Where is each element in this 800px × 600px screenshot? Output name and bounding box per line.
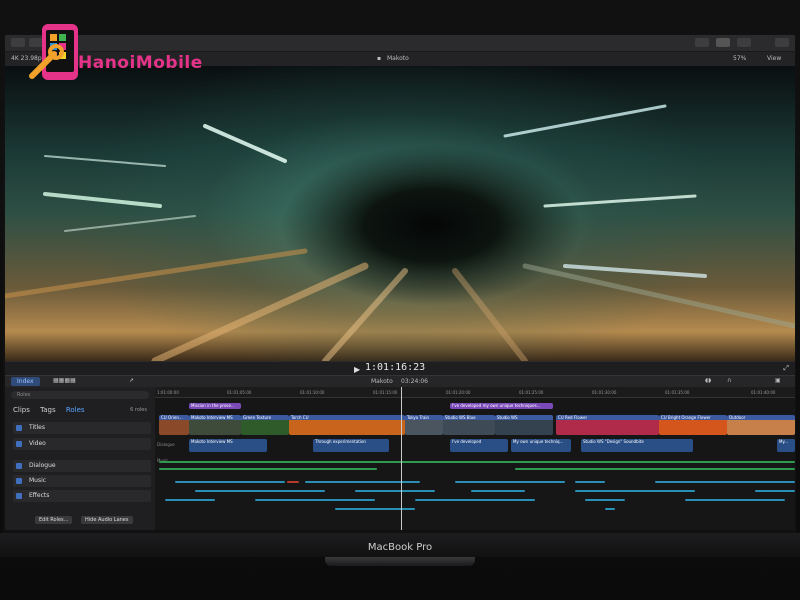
role-video[interactable]: Video <box>13 438 151 450</box>
ruler-tick: 01:01:20:00 <box>446 390 471 395</box>
timeline-ruler: 1:01:00:00 01:01:05:00 01:01:10:00 01:01… <box>155 387 795 398</box>
effect-track[interactable] <box>415 499 535 501</box>
fullscreen-icon[interactable]: ⤢ <box>783 364 789 373</box>
hide-audio-lanes-button[interactable]: Hide Audio Lanes <box>81 516 133 524</box>
dialogue-lane-label: Dialogue <box>157 442 175 447</box>
audio-clip[interactable]: I've developed <box>450 439 508 452</box>
ruler-tick: 01:01:35:00 <box>665 390 690 395</box>
effect-track[interactable] <box>255 499 375 501</box>
role-effects[interactable]: Effects <box>13 490 151 502</box>
effect-track[interactable] <box>305 481 420 483</box>
effect-track[interactable] <box>175 481 285 483</box>
checkbox-icon[interactable] <box>16 478 22 484</box>
film-icon: ▪ <box>377 55 382 62</box>
laptop-frame: 4K 23.98p ▪ Makoto 57% View ▶ 1:01:16:23… <box>0 0 800 600</box>
import-button[interactable] <box>11 38 25 47</box>
video-clip[interactable]: Makoto Interview MS <box>189 415 241 435</box>
timecode-display: 1:01:16:23 <box>365 362 426 373</box>
effect-track[interactable] <box>471 490 525 492</box>
video-clip[interactable]: CU Red Flower <box>556 415 659 435</box>
title-clip[interactable]: I've developed my own unique techniques.… <box>450 403 553 409</box>
audio-clip[interactable]: Studio WS "Design" Soundbite <box>581 439 693 452</box>
play-icon[interactable]: ▶ <box>354 365 360 374</box>
effect-track[interactable] <box>355 490 435 492</box>
index-button[interactable]: Index <box>11 377 40 386</box>
headphones-icon[interactable]: ∩ <box>727 377 731 384</box>
final-cut-window: 4K 23.98p ▪ Makoto 57% View ▶ 1:01:16:23… <box>5 35 795 530</box>
video-clip[interactable]: Torch CU <box>289 415 405 435</box>
timeline[interactable]: 1:01:00:00 01:01:05:00 01:01:10:00 01:01… <box>155 387 795 530</box>
view-menu[interactable]: View <box>767 55 781 62</box>
timeline-toggle-button[interactable] <box>716 38 730 47</box>
video-clip[interactable]: Studio WS Blue <box>443 415 495 435</box>
roles-count: 6 roles <box>130 407 147 413</box>
ruler-tick: 01:01:25:00 <box>519 390 544 395</box>
music-track[interactable] <box>159 461 795 463</box>
tab-roles[interactable]: Roles <box>66 406 85 414</box>
effect-track[interactable] <box>287 481 299 483</box>
role-dialogue[interactable]: Dialogue <box>13 460 151 472</box>
zoom-select[interactable]: 57% <box>733 55 746 62</box>
effect-track[interactable] <box>195 490 325 492</box>
role-music[interactable]: Music <box>13 475 151 487</box>
ruler-tick: 01:01:15:00 <box>373 390 398 395</box>
effect-track[interactable] <box>755 490 795 492</box>
share-button[interactable] <box>775 38 789 47</box>
video-viewer[interactable] <box>5 66 795 361</box>
effect-track[interactable] <box>605 508 615 510</box>
project-duration: 03:24:06 <box>401 378 428 385</box>
viewer-title: Makoto <box>387 55 409 62</box>
audio-skimming-icon[interactable]: ◖◗ <box>705 377 711 384</box>
checkbox-icon[interactable] <box>16 441 22 447</box>
browser-toggle-button[interactable] <box>695 38 709 47</box>
effect-track[interactable] <box>575 481 605 483</box>
video-clip[interactable]: CU Bright Orange Flower <box>659 415 727 435</box>
ruler-tick: 1:01:00:00 <box>157 390 179 395</box>
inspector-toggle-button[interactable] <box>737 38 751 47</box>
watermark-text: HanoiMobile <box>78 53 203 73</box>
append-clip-icon[interactable]: ▦▦▦▦ <box>53 377 76 384</box>
checkbox-icon[interactable] <box>16 493 22 499</box>
device-label: MacBook Pro <box>367 542 433 553</box>
video-clip[interactable]: Tokyo Train <box>405 415 443 435</box>
ruler-tick: 01:01:40:00 <box>751 390 776 395</box>
music-track[interactable] <box>159 468 377 470</box>
timeline-index: Roles Clips Tags Roles 6 roles Titles Vi… <box>5 387 156 530</box>
index-tabs: Clips Tags Roles <box>13 406 93 414</box>
video-clip[interactable]: Studio WS <box>495 415 553 435</box>
audio-clip[interactable]: My own unique techniq... <box>511 439 571 452</box>
role-titles[interactable]: Titles <box>13 422 151 434</box>
video-clip[interactable]: Outdoor <box>727 415 795 435</box>
effect-track[interactable] <box>335 508 415 510</box>
effect-track[interactable] <box>165 499 215 501</box>
ruler-tick: 01:01:05:00 <box>227 390 252 395</box>
effect-track[interactable] <box>585 499 625 501</box>
audio-clip[interactable]: Through experimentation <box>313 439 389 452</box>
effect-track[interactable] <box>575 490 695 492</box>
ruler-tick: 01:01:10:00 <box>300 390 325 395</box>
music-track[interactable] <box>515 468 795 470</box>
video-clip[interactable]: Green Texture <box>241 415 289 435</box>
laptop-hinge <box>325 557 475 566</box>
effect-track[interactable] <box>655 481 795 483</box>
edit-roles-button[interactable]: Edit Roles... <box>35 516 73 524</box>
select-tool-icon[interactable]: ➚ <box>129 377 134 384</box>
title-clip[interactable]: Mission in the prose... <box>189 403 241 409</box>
tab-clips[interactable]: Clips <box>13 406 30 414</box>
project-name: Makoto <box>371 378 393 385</box>
viewer-controls: ▶ 1:01:16:23 ⤢ <box>5 361 795 376</box>
video-clip[interactable]: CU Orien... <box>159 415 189 435</box>
playhead[interactable] <box>401 387 402 530</box>
effect-track[interactable] <box>685 499 785 501</box>
roles-search-input[interactable]: Roles <box>11 391 149 399</box>
tunnel-frame <box>5 104 795 361</box>
checkbox-icon[interactable] <box>16 463 22 469</box>
tab-tags[interactable]: Tags <box>40 406 56 414</box>
checkbox-icon[interactable] <box>16 425 22 431</box>
ruler-tick: 01:01:30:00 <box>592 390 617 395</box>
audio-clip[interactable]: My... <box>777 439 795 452</box>
effect-track[interactable] <box>455 481 565 483</box>
clip-appearance-icon[interactable]: ▣ <box>775 377 781 384</box>
audio-clip[interactable]: Makoto Interview MS <box>189 439 267 452</box>
